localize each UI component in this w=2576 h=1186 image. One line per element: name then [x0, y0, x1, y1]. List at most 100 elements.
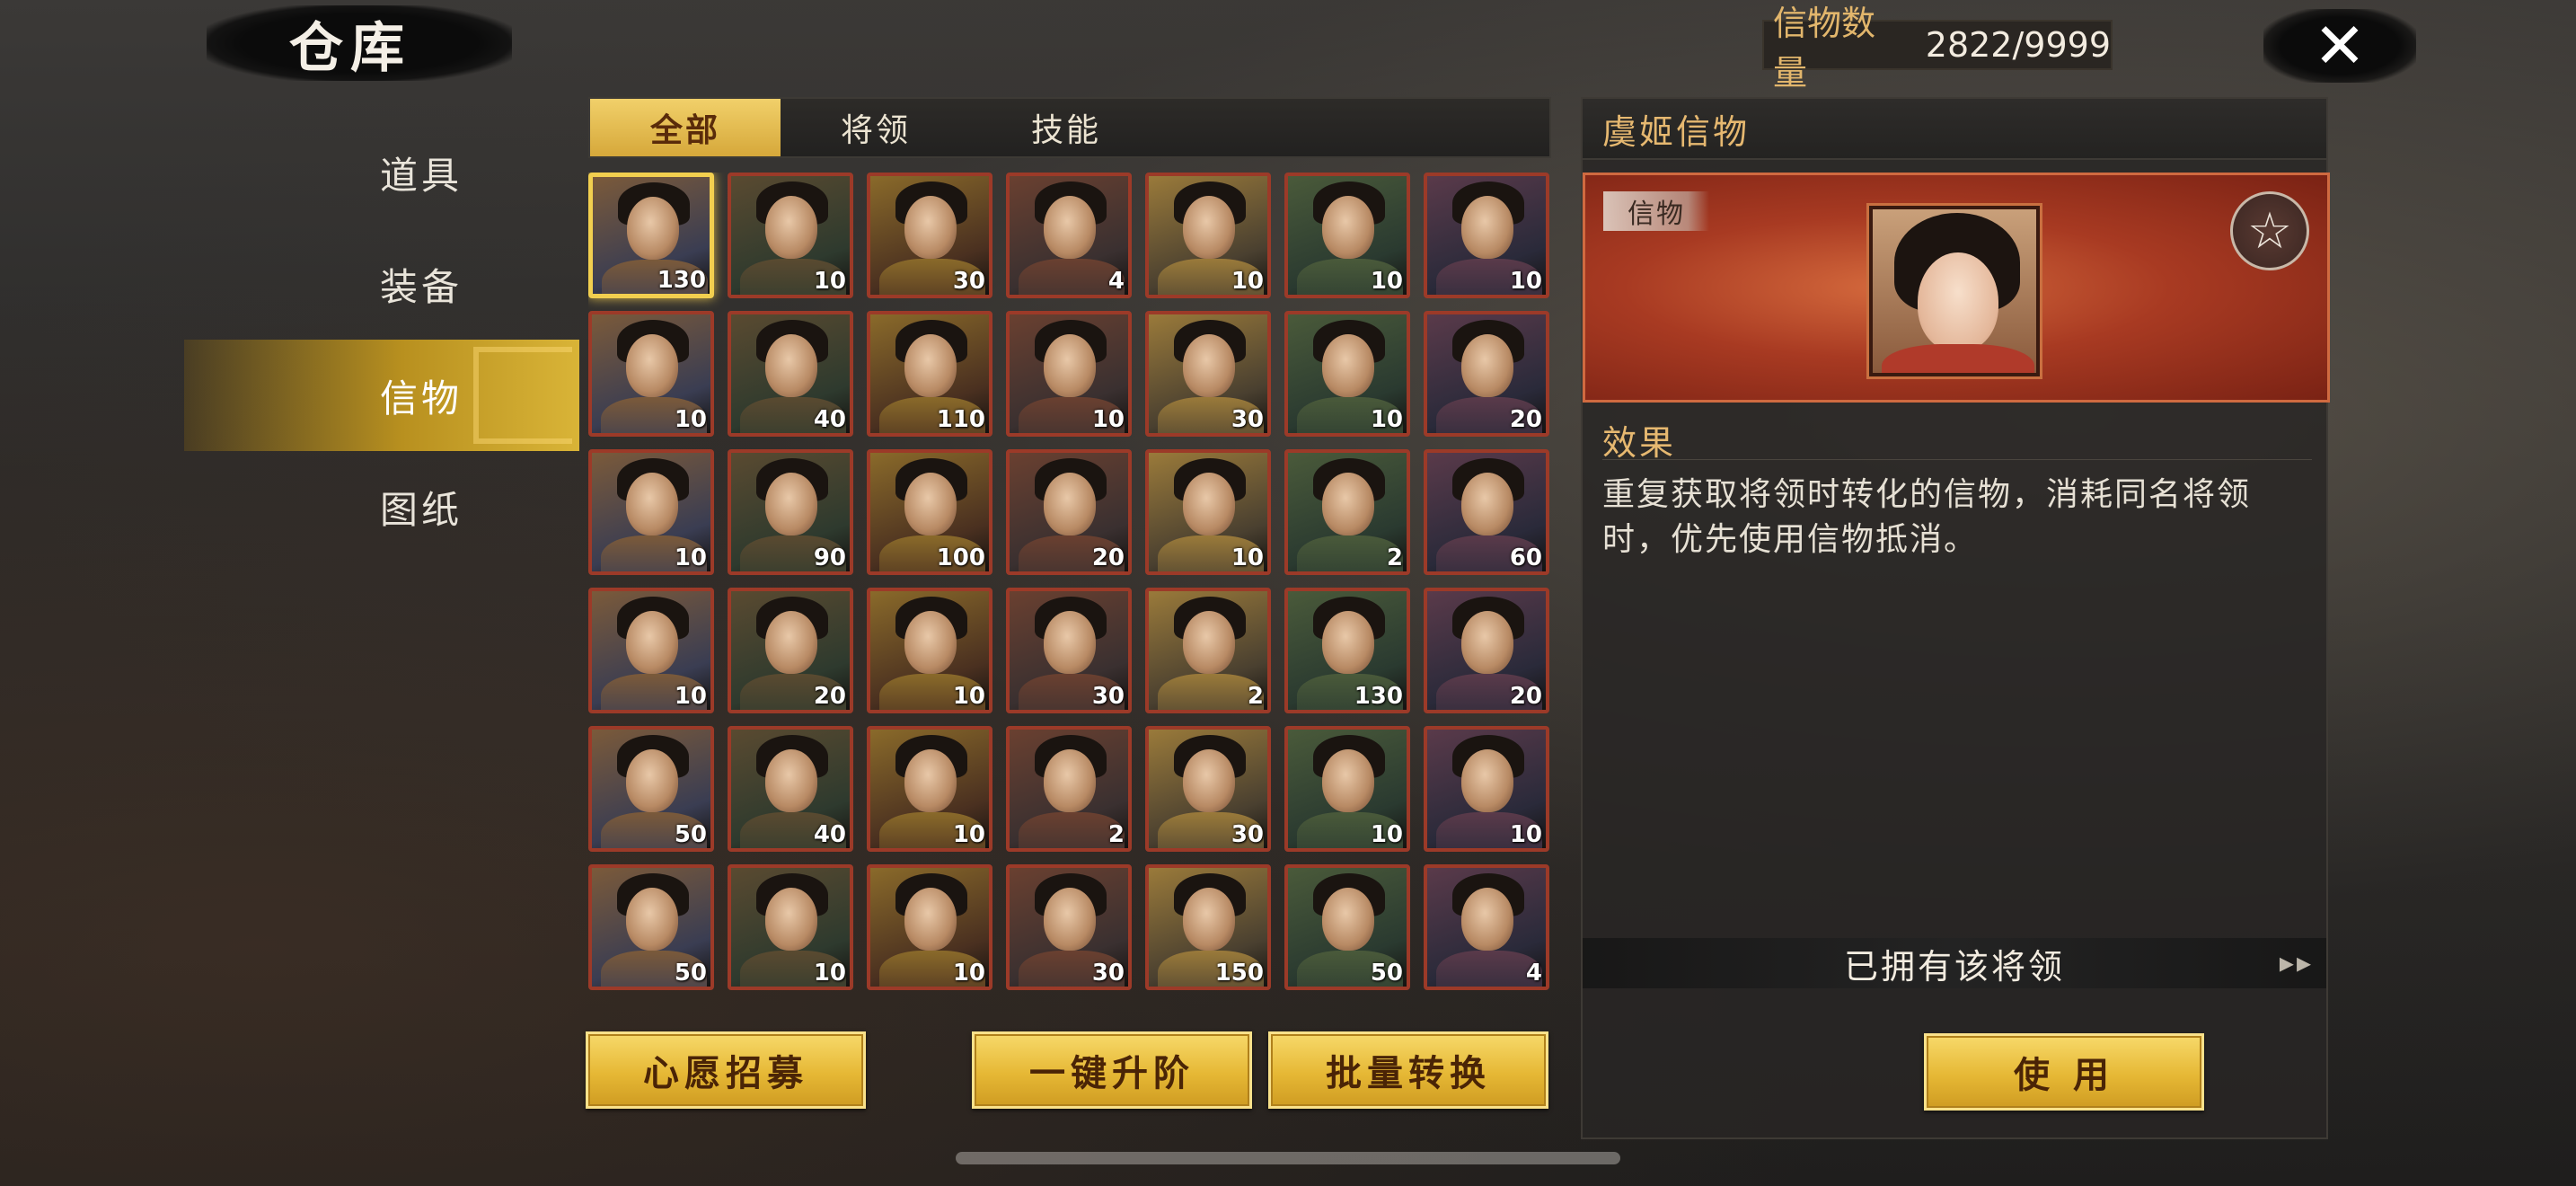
effect-heading: 效果 [1602, 415, 2312, 463]
item-count: 30 [1231, 821, 1264, 848]
grid-item[interactable]: 130 [1284, 588, 1410, 713]
sidebar-item-equipment[interactable]: 装备 [184, 228, 579, 340]
item-count: 4 [1107, 268, 1125, 295]
grid-item[interactable]: 50 [1284, 864, 1410, 990]
grid-item[interactable]: 10 [867, 588, 992, 713]
batch-convert-button[interactable]: 批量转换 [1268, 1031, 1548, 1109]
close-icon: ✕ [2313, 9, 2367, 83]
item-count: 30 [1231, 406, 1264, 433]
grid-item[interactable]: 10 [1145, 449, 1271, 575]
sidebar-item-label: 信物 [379, 376, 463, 420]
grid-item[interactable]: 2 [1145, 588, 1271, 713]
warehouse-screen: 仓库 信物数量 2822/9999 ✕ 道具 装备 信物 图纸 全部 将领 技能… [0, 0, 2576, 1186]
grid-item[interactable]: 10 [1284, 173, 1410, 298]
item-count: 40 [813, 821, 846, 848]
item-count: 10 [1231, 544, 1264, 571]
sidebar-item-label: 装备 [379, 264, 463, 309]
grid-item[interactable]: 10 [588, 311, 714, 437]
grid-item[interactable]: 10 [728, 173, 853, 298]
grid-item[interactable]: 30 [867, 173, 992, 298]
item-count: 10 [674, 544, 707, 571]
owned-general-text: 已拥有该将领 [1843, 946, 2065, 987]
item-count: 30 [1091, 960, 1125, 987]
tab-all[interactable]: 全部 [590, 99, 781, 156]
grid-item[interactable]: 20 [1006, 449, 1132, 575]
item-count: 50 [674, 960, 707, 987]
item-count: 10 [952, 821, 985, 848]
detail-panel: 虞姬信物 信物 ☆ 效果 重复获取将领时转化的信物，消耗同名将领时，优先使用信物… [1581, 97, 2330, 1139]
item-count: 10 [1509, 821, 1542, 848]
grid-item[interactable]: 10 [1424, 726, 1549, 852]
tab-generals[interactable]: 将领 [781, 99, 971, 156]
item-grid-scroll[interactable]: 130 10 30 4 10 10 10 10 40 110 10 30 10 20 10 90 100 20 10… [588, 173, 1551, 1008]
grid-item[interactable]: 30 [1006, 864, 1132, 990]
grid-item[interactable]: 2 [1284, 449, 1410, 575]
grid-item[interactable]: 10 [588, 449, 714, 575]
grid-item[interactable]: 2 [1006, 726, 1132, 852]
grid-item[interactable]: 40 [728, 726, 853, 852]
grid-item[interactable]: 20 [1424, 588, 1549, 713]
item-count: 2 [1386, 544, 1403, 571]
grid-item[interactable]: 4 [1424, 864, 1549, 990]
item-grid: 130 10 30 4 10 10 10 10 40 110 10 30 10 20 10 90 100 20 10… [588, 173, 1551, 990]
item-count: 10 [1231, 268, 1264, 295]
close-button[interactable]: ✕ [2263, 9, 2416, 83]
item-count: 50 [1370, 960, 1403, 987]
item-count: 20 [813, 683, 846, 710]
use-button[interactable]: 使 用 [1924, 1033, 2204, 1111]
item-count: 130 [657, 267, 706, 294]
item-count: 10 [674, 406, 707, 433]
grid-item[interactable]: 30 [1006, 588, 1132, 713]
grid-item[interactable]: 50 [588, 864, 714, 990]
sidebar-item-label: 图纸 [379, 487, 463, 532]
grid-item[interactable]: 20 [1424, 311, 1549, 437]
item-count: 20 [1091, 544, 1125, 571]
grid-item[interactable]: 4 [1006, 173, 1132, 298]
grid-item[interactable]: 10 [588, 588, 714, 713]
page-title: 仓库 [289, 16, 411, 80]
item-count: 60 [1509, 544, 1542, 571]
grid-item[interactable]: 130 [588, 173, 714, 298]
grid-item[interactable]: 40 [728, 311, 853, 437]
grid-item[interactable]: 150 [1145, 864, 1271, 990]
sidebar-item-tokens[interactable]: 信物 [184, 340, 579, 451]
grid-item[interactable]: 20 [728, 588, 853, 713]
grid-item[interactable]: 30 [1145, 311, 1271, 437]
favorite-button[interactable]: ☆ [2230, 191, 2309, 270]
token-count-box: 信物数量 2822/9999 [1762, 4, 2113, 93]
item-count: 110 [936, 406, 985, 433]
sidebar-item-items[interactable]: 道具 [184, 117, 579, 228]
owned-general-bar[interactable]: 已拥有该将领 ▸▸ [1583, 938, 2326, 988]
grid-item[interactable]: 50 [588, 726, 714, 852]
item-count: 10 [1370, 821, 1403, 848]
grid-item[interactable]: 10 [1424, 173, 1549, 298]
item-count: 4 [1525, 960, 1542, 987]
sidebar-item-blueprints[interactable]: 图纸 [184, 451, 579, 562]
one-key-upgrade-button[interactable]: 一键升阶 [972, 1031, 1252, 1109]
wish-recruit-button[interactable]: 心愿招募 [586, 1031, 866, 1109]
grid-item[interactable]: 60 [1424, 449, 1549, 575]
grid-item[interactable]: 30 [1145, 726, 1271, 852]
grid-item[interactable]: 110 [867, 311, 992, 437]
grid-item[interactable]: 10 [867, 864, 992, 990]
grid-item[interactable]: 90 [728, 449, 853, 575]
token-count-label: 信物数量 [1773, 4, 1876, 93]
item-count: 20 [1509, 406, 1542, 433]
token-count-value: 2822/9999 [1925, 25, 2111, 65]
grid-item[interactable]: 100 [867, 449, 992, 575]
grid-item[interactable]: 10 [728, 864, 853, 990]
detail-title: 虞姬信物 [1583, 99, 2326, 160]
item-count: 20 [1509, 683, 1542, 710]
grid-item[interactable]: 10 [1006, 311, 1132, 437]
item-portrait [1869, 206, 2040, 376]
grid-item[interactable]: 10 [1145, 173, 1271, 298]
item-count: 10 [813, 960, 846, 987]
grid-item[interactable]: 10 [1284, 311, 1410, 437]
active-ornament [473, 347, 572, 444]
sidebar: 道具 装备 信物 图纸 [184, 117, 579, 562]
grid-item[interactable]: 10 [867, 726, 992, 852]
tab-skills[interactable]: 技能 [971, 99, 1161, 156]
item-count: 30 [952, 268, 985, 295]
item-count: 2 [1247, 683, 1264, 710]
grid-item[interactable]: 10 [1284, 726, 1410, 852]
